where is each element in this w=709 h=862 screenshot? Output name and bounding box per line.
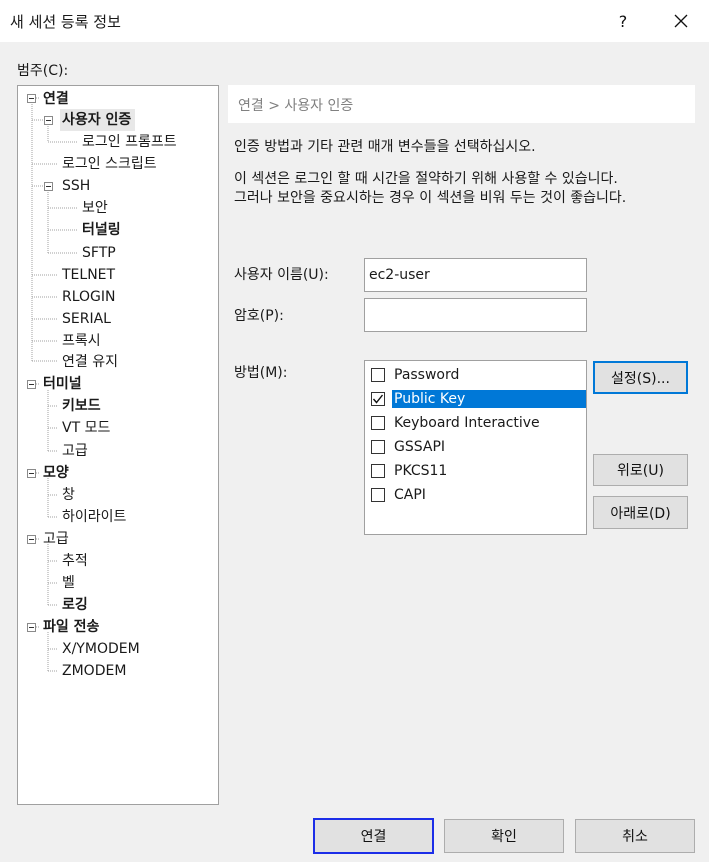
tree-item-keepalive[interactable]: 연결 유지 [62,351,118,373]
tree-item-window[interactable]: 창 [62,484,75,506]
collapse-toggle-appearance[interactable] [27,469,36,478]
tree-item-advanced[interactable]: 고급 [43,528,69,550]
auth-method-list[interactable]: Password Public Key Keyboard Interactive… [364,360,587,535]
tree-item-file-transfer[interactable]: 파일 전송 [43,616,99,638]
close-icon [674,14,688,28]
collapse-toggle-ssh[interactable] [44,182,53,191]
section-header: 연결 > 사용자 인증 [228,85,695,123]
tree-item-highlight[interactable]: 하이라이트 [62,506,126,528]
tree-item-login-script[interactable]: 로그인 스크립트 [62,153,157,175]
move-down-button[interactable]: 아래로(D) [593,496,688,529]
tree-item-ssh[interactable]: SSH [62,175,90,197]
method-checkbox-keyboard-interactive[interactable] [371,416,385,430]
tree-item-terminal[interactable]: 터미널 [43,373,82,395]
collapse-toggle-user-auth[interactable] [44,116,53,125]
collapse-toggle-connection[interactable] [27,94,36,103]
settings-button[interactable]: 설정(S)... [593,361,688,394]
category-label: 범주(C): [17,63,69,79]
tree-item-keyboard[interactable]: 키보드 [62,395,101,417]
help-button[interactable]: ? [600,0,646,42]
section-note: 이 섹션은 로그인 할 때 시간을 절약하기 위해 사용할 수 있습니다. 그러… [234,170,626,208]
close-button[interactable] [658,0,704,42]
method-label-keyboard-interactive: Keyboard Interactive [394,415,540,431]
method-item-capi[interactable]: CAPI [371,484,428,506]
tree-item-zmodem[interactable]: ZMODEM [62,660,126,682]
tree-item-vt-mode[interactable]: VT 모드 [62,417,110,439]
tree-item-user-auth[interactable]: 사용자 인증 [60,109,136,131]
tree-item-logging[interactable]: 로깅 [62,594,88,616]
method-checkbox-gssapi[interactable] [371,440,385,454]
collapse-toggle-advanced[interactable] [27,535,36,544]
category-tree[interactable]: 연결 사용자 인증 로그인 프롬프트 로그인 스크립트 SSH 보안 터널링 S… [17,85,219,805]
method-item-public-key[interactable]: Public Key [371,388,586,410]
tree-item-bell[interactable]: 벨 [62,572,75,594]
tree-item-login-prompt[interactable]: 로그인 프롬프트 [82,131,177,153]
tree-item-security[interactable]: 보안 [82,197,108,219]
section-description: 인증 방법과 기타 관련 매개 변수들을 선택하십시오. [234,139,536,155]
collapse-toggle-file-transfer[interactable] [27,623,36,632]
cancel-button[interactable]: 취소 [575,819,695,853]
tree-item-proxy[interactable]: 프록시 [62,330,101,352]
ok-button[interactable]: 확인 [444,819,564,853]
tree-item-connection[interactable]: 연결 [43,88,69,110]
tree-connector-lines [31,97,78,672]
method-item-keyboard-interactive[interactable]: Keyboard Interactive [371,412,542,434]
title-bar: 새 세션 등록 정보 ? [0,0,709,42]
method-checkbox-public-key[interactable] [371,392,385,406]
tree-item-terminal-advanced[interactable]: 고급 [62,440,88,462]
method-label-password: Password [394,367,460,383]
breadcrumb: 연결 > 사용자 인증 [238,98,354,114]
tree-item-xymodem[interactable]: X/YMODEM [62,638,140,660]
method-item-gssapi[interactable]: GSSAPI [371,436,447,458]
check-icon [372,394,384,404]
method-label-capi: CAPI [394,487,426,503]
method-checkbox-password[interactable] [371,368,385,382]
section-note-line-2: 그러나 보안을 중요시하는 경우 이 섹션을 비워 두는 것이 좋습니다. [234,190,627,206]
method-item-pkcs11[interactable]: PKCS11 [371,460,449,482]
method-item-password[interactable]: Password [371,364,461,386]
move-up-button[interactable]: 위로(U) [593,454,688,486]
username-field[interactable] [364,258,587,292]
method-checkbox-capi[interactable] [371,488,385,502]
window-title: 새 세션 등록 정보 [10,13,121,31]
method-label-pkcs11: PKCS11 [394,463,448,479]
method-checkbox-pkcs11[interactable] [371,464,385,478]
password-label: 암호(P): [234,308,284,324]
tree-item-sftp[interactable]: SFTP [82,242,116,264]
method-label-public-key: Public Key [392,390,586,408]
method-label-gssapi: GSSAPI [394,439,446,455]
tree-item-appearance[interactable]: 모양 [43,462,69,484]
tree-item-tunneling[interactable]: 터널링 [82,219,121,241]
tree-item-trace[interactable]: 추적 [62,550,88,572]
password-field[interactable] [364,298,587,332]
tree-item-rlogin[interactable]: RLOGIN [62,286,116,308]
connect-button[interactable]: 연결 [313,818,434,854]
username-label: 사용자 이름(U): [234,267,329,283]
collapse-toggle-terminal[interactable] [27,380,36,389]
section-note-line-1: 이 섹션은 로그인 할 때 시간을 절약하기 위해 사용할 수 있습니다. [234,171,618,187]
tree-item-serial[interactable]: SERIAL [62,308,111,330]
tree-item-telnet[interactable]: TELNET [62,264,115,286]
method-label: 방법(M): [234,365,288,381]
